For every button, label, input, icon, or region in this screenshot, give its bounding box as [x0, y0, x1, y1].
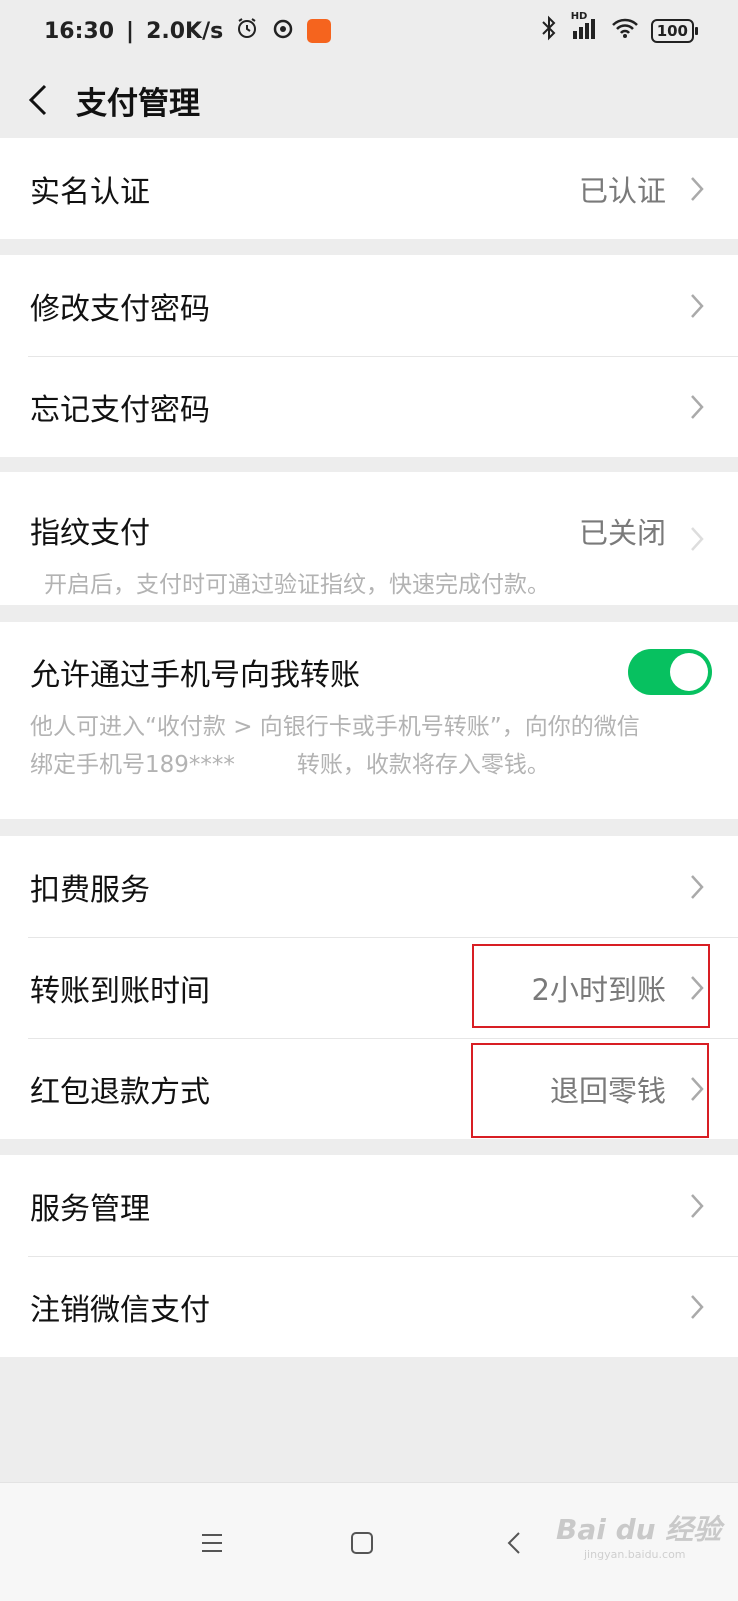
hamburger-menu-icon	[202, 1534, 222, 1552]
clock: 16:30	[44, 18, 115, 44]
service-management-label: 服务管理	[30, 1191, 150, 1227]
music-app-icon	[271, 16, 295, 46]
phone-transfer-label: 允许通过手机号向我转账	[30, 658, 360, 693]
chevron-right-icon	[680, 293, 714, 319]
bluetooth-icon	[539, 15, 559, 47]
chevron-right-icon	[680, 394, 714, 420]
back-arrow-icon	[507, 1532, 520, 1554]
chevron-right-icon	[680, 1193, 714, 1219]
identity-status: 已认证	[578, 173, 666, 208]
home-square-icon	[351, 1532, 373, 1554]
masked-phone: 绑定手机号189****	[30, 752, 235, 778]
hd-badge: HD	[570, 11, 588, 22]
forgot-password-label: 忘记支付密码	[30, 392, 210, 428]
alarm-icon	[235, 16, 259, 46]
back-button[interactable]	[0, 62, 76, 138]
change-password-label: 修改支付密码	[30, 291, 210, 327]
fingerprint-label: 指纹支付	[30, 516, 150, 551]
page-title: 支付管理	[76, 85, 200, 122]
manage-group: 服务管理 注销微信支付	[0, 1155, 738, 1357]
description-line-2: 绑定手机号189**** 转账，收款将存入零钱。	[30, 746, 738, 784]
forgot-password-row[interactable]: 忘记支付密码	[0, 356, 738, 457]
chevron-right-icon	[680, 1294, 714, 1320]
top-app-bar: 支付管理	[0, 62, 738, 138]
fingerprint-pay-row[interactable]: 指纹支付 已关闭	[0, 472, 738, 562]
identity-group: 实名认证 已认证	[0, 138, 738, 239]
fingerprint-description: 开启后，支付时可通过验证指纹，快速完成付款。	[44, 572, 550, 598]
highlight-box-arrival	[472, 944, 710, 1028]
transfer-arrival-label: 转账到账时间	[30, 973, 210, 1009]
cancel-wechat-pay-row[interactable]: 注销微信支付	[0, 1256, 738, 1357]
password-group: 修改支付密码 忘记支付密码	[0, 255, 738, 457]
highlight-box-refund	[471, 1043, 709, 1138]
chevron-right-icon	[680, 526, 714, 552]
app-notification-icon	[307, 19, 332, 43]
nav-back-button[interactable]	[496, 1525, 532, 1561]
wifi-icon	[611, 17, 639, 45]
chevron-right-icon	[680, 176, 714, 202]
phone-transfer-row: 允许通过手机号向我转账	[0, 622, 738, 722]
cancel-wechat-pay-label: 注销微信支付	[30, 1292, 210, 1328]
description-suffix: 转账，收款将存入零钱。	[296, 752, 550, 778]
change-password-row[interactable]: 修改支付密码	[0, 255, 738, 356]
phone-transfer-toggle[interactable]	[628, 649, 712, 695]
toggle-knob	[670, 653, 708, 691]
chevron-right-icon	[680, 874, 714, 900]
deduction-service-label: 扣费服务	[30, 872, 150, 908]
fingerprint-group: 指纹支付 已关闭 开启后，支付时可通过验证指纹，快速完成付款。	[0, 472, 738, 605]
separator: |	[126, 18, 135, 44]
battery-indicator: 100	[650, 19, 699, 43]
identity-verification-row[interactable]: 实名认证 已认证	[0, 138, 738, 239]
deduction-service-row[interactable]: 扣费服务	[0, 836, 738, 937]
network-speed: 2.0K/s	[146, 18, 224, 44]
home-button[interactable]	[344, 1525, 380, 1561]
service-management-row[interactable]: 服务管理	[0, 1155, 738, 1256]
menu-button[interactable]	[194, 1525, 230, 1561]
chevron-left-icon	[28, 84, 47, 116]
baidu-watermark: Bai du 经验	[556, 1513, 722, 1546]
watermark-url: jingyan.baidu.com	[584, 1548, 686, 1561]
cell-signal-icon: HD	[571, 11, 599, 45]
identity-label: 实名认证	[30, 174, 150, 210]
fingerprint-status: 已关闭	[578, 516, 666, 550]
status-bar: 16:30 | 2.0K/s HD 100	[0, 0, 738, 62]
phone-transfer-group: 允许通过手机号向我转账 他人可进入“收付款 > 向银行卡或手机号转账”，向你的微…	[0, 622, 738, 819]
